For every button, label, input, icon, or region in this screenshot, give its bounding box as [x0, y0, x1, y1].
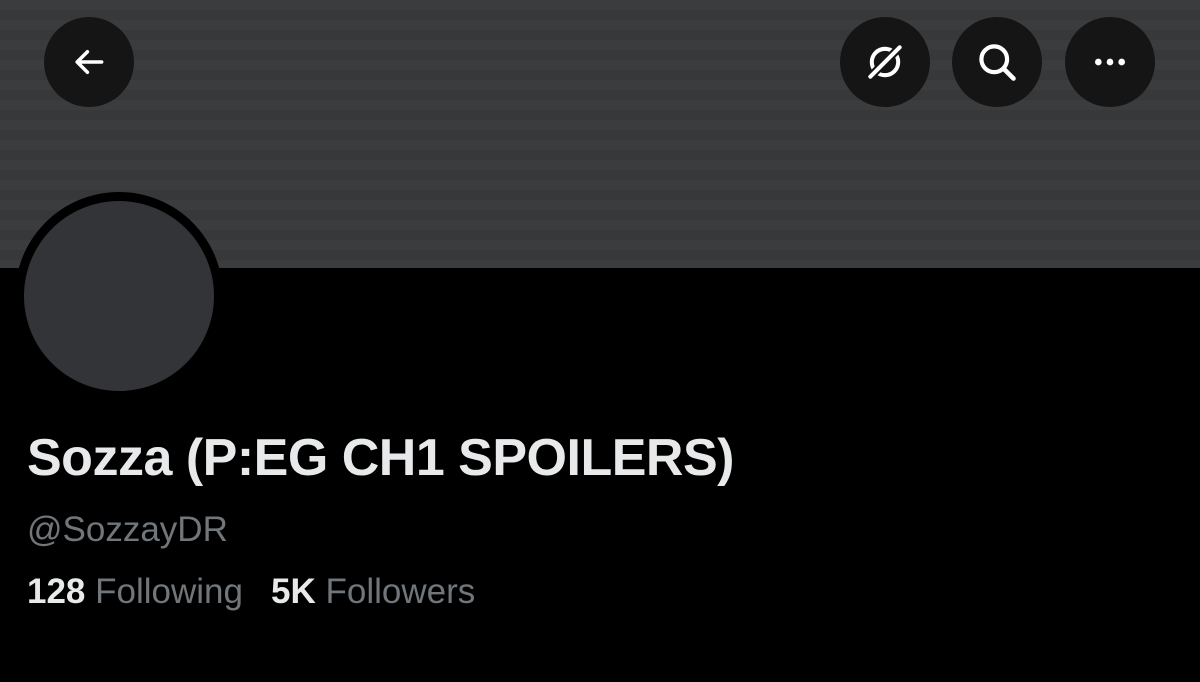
more-button[interactable]	[1065, 17, 1155, 107]
avatar-ring	[15, 192, 223, 400]
grok-icon	[867, 44, 903, 80]
user-handle: @SozzayDR	[27, 510, 228, 549]
profile-page: Sozza (P:EG CH1 SPOILERS) @SozzayDR 128 …	[0, 0, 1200, 682]
back-button[interactable]	[44, 17, 134, 107]
display-name: Sozza (P:EG CH1 SPOILERS)	[27, 429, 734, 487]
more-horizontal-icon	[1095, 58, 1125, 66]
search-icon	[979, 44, 1016, 81]
followers-link[interactable]: 5K Followers	[271, 572, 475, 612]
grok-button[interactable]	[840, 17, 930, 107]
following-label: Following	[95, 572, 243, 611]
following-count: 128	[27, 572, 86, 611]
followers-count: 5K	[271, 572, 316, 611]
avatar[interactable]	[24, 201, 214, 391]
profile-stats: 128 Following 5K Followers	[27, 572, 475, 612]
following-link[interactable]: 128 Following	[27, 572, 243, 612]
arrow-left-icon	[75, 49, 104, 75]
search-button[interactable]	[952, 17, 1042, 107]
followers-label: Followers	[325, 572, 476, 611]
